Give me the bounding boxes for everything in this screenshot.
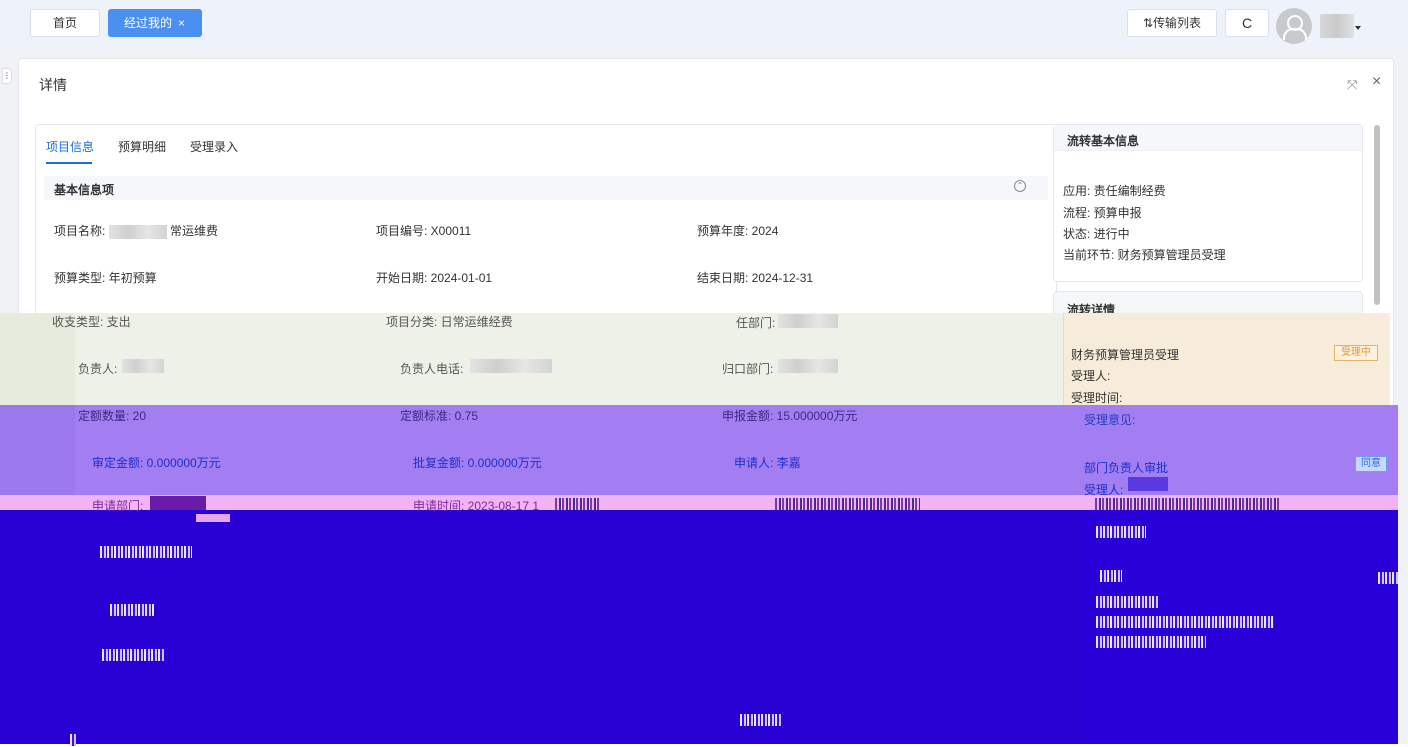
flow-current-step: 当前环节: 财务预算管理员受理 <box>1063 248 1226 262</box>
field-start-date: 开始日期: 2024-01-01 <box>376 271 493 285</box>
collapse-icon[interactable]: ⌃ <box>1014 180 1026 192</box>
field-reply-amount: 批复金额: 0.000000万元 <box>413 456 542 470</box>
glitch-noise <box>1378 572 1398 584</box>
tab-acceptance-entry[interactable]: 受理录入 <box>190 138 238 155</box>
top-bar: 首页 经过我的 × ⇅传输列表 C <box>0 0 1408 50</box>
blurred-value <box>1128 477 1168 491</box>
field-declared-amount: 申报金额: 15.000000万元 <box>722 409 858 423</box>
panel-title: 流转基本信息 <box>1067 134 1140 148</box>
glitch-noise <box>1095 498 1280 510</box>
flow-node-title: 部门负责人审批 <box>1084 461 1169 475</box>
field-apply-dept: 申请部门: <box>92 499 144 513</box>
chevron-down-icon[interactable] <box>1355 26 1361 30</box>
fullscreen-icon[interactable]: ⤧ <box>1347 77 1357 93</box>
field-project-name: 项目名称: 常运维费 <box>54 224 219 239</box>
field-approved-amount: 审定金额: 0.000000万元 <box>92 456 221 470</box>
flow-basic-info-panel: 流转基本信息 应用: 责任编制经费 流程: 预算申报 状态: 进行中 当前环节:… <box>1053 124 1363 282</box>
field-project-category: 项目分类: 日常运维经费 <box>386 315 513 329</box>
glitch-noise <box>740 714 782 726</box>
active-tab-indicator <box>46 162 92 164</box>
glitch-noise <box>196 514 230 522</box>
blurred-value <box>150 496 206 510</box>
panel-header: 流转基本信息 <box>1054 125 1362 151</box>
scrollbar[interactable] <box>1374 125 1380 305</box>
field-applicant: 申请人: 李嘉 <box>734 456 801 470</box>
flow-node-handler: 受理人: <box>1071 369 1111 383</box>
glitch-noise <box>100 546 192 558</box>
transfer-list-button[interactable]: ⇅传输列表 <box>1127 9 1217 37</box>
blurred-value <box>108 224 167 239</box>
glitch-noise <box>1100 570 1122 582</box>
field-quota-std: 定额标准: 0.75 <box>400 409 479 423</box>
field-home-dept: 归口部门: <box>722 362 774 376</box>
tab-project-info[interactable]: 项目信息 <box>46 138 94 155</box>
tab-label: 经过我的 <box>124 16 173 30</box>
glitch-noise <box>555 498 600 510</box>
blurred-value <box>778 359 838 373</box>
field-apply-time: 申请时间: 2023-08-17 1 <box>413 499 540 513</box>
flow-node-time: 受理时间: <box>1071 391 1123 405</box>
blurred-value <box>778 314 838 328</box>
flow-node-opinion: 受理意见: <box>1084 413 1136 427</box>
tab-budget-detail[interactable]: 预算明细 <box>118 138 166 155</box>
field-budget-type: 预算类型: 年初预算 <box>54 271 157 285</box>
glitch-band <box>0 405 1398 495</box>
field-budget-year: 预算年度: 2024 <box>697 224 779 238</box>
username-blurred[interactable] <box>1320 14 1354 38</box>
sidebar-toggle-handle[interactable]: ⋮ <box>2 68 12 84</box>
glitch-noise <box>70 734 76 746</box>
field-project-no: 项目编号: X00011 <box>376 224 472 238</box>
glitch-noise <box>110 604 154 616</box>
field-quota-qty: 定额数量: 20 <box>78 409 147 423</box>
close-icon[interactable]: × <box>1372 73 1381 91</box>
flow-status: 状态: 进行中 <box>1063 227 1130 241</box>
status-badge: 同意 <box>1355 456 1387 472</box>
flow-process: 流程: 预算申报 <box>1063 206 1142 220</box>
field-owner-phone: 负责人电话: <box>400 362 464 376</box>
close-icon[interactable]: × <box>178 16 185 30</box>
flow-node-title: 财务预算管理员受理 <box>1071 348 1180 362</box>
glitch-noise <box>1096 596 1158 608</box>
glitch-noise <box>775 498 920 510</box>
field-owner: 负责人: <box>78 362 118 376</box>
field-end-date: 结束日期: 2024-12-31 <box>697 271 814 285</box>
tab-home[interactable]: 首页 <box>30 9 100 37</box>
glitch-noise <box>102 649 164 661</box>
avatar[interactable] <box>1276 8 1312 44</box>
blurred-value <box>470 359 552 373</box>
glitch-band <box>0 405 75 495</box>
refresh-button[interactable]: C <box>1225 9 1269 37</box>
section-title: 基本信息项 <box>54 183 115 197</box>
flow-node-handler: 受理人: <box>1084 483 1124 497</box>
glitch-noise <box>1096 636 1206 648</box>
status-badge: 受理中 <box>1334 345 1378 361</box>
glitch-noise <box>1096 526 1146 538</box>
dialog-title: 详情 <box>39 77 67 93</box>
flow-app: 应用: 责任编制经费 <box>1063 184 1166 198</box>
tab-passed-by-me[interactable]: 经过我的 × <box>108 9 202 37</box>
glitch-noise <box>1096 616 1274 628</box>
blurred-value <box>122 359 164 373</box>
section-header[interactable]: 基本信息项 ⌃ <box>44 176 1048 200</box>
field-resp-dept: 任部门: <box>736 316 776 330</box>
field-income-type: 收支类型: 支出 <box>52 315 131 329</box>
